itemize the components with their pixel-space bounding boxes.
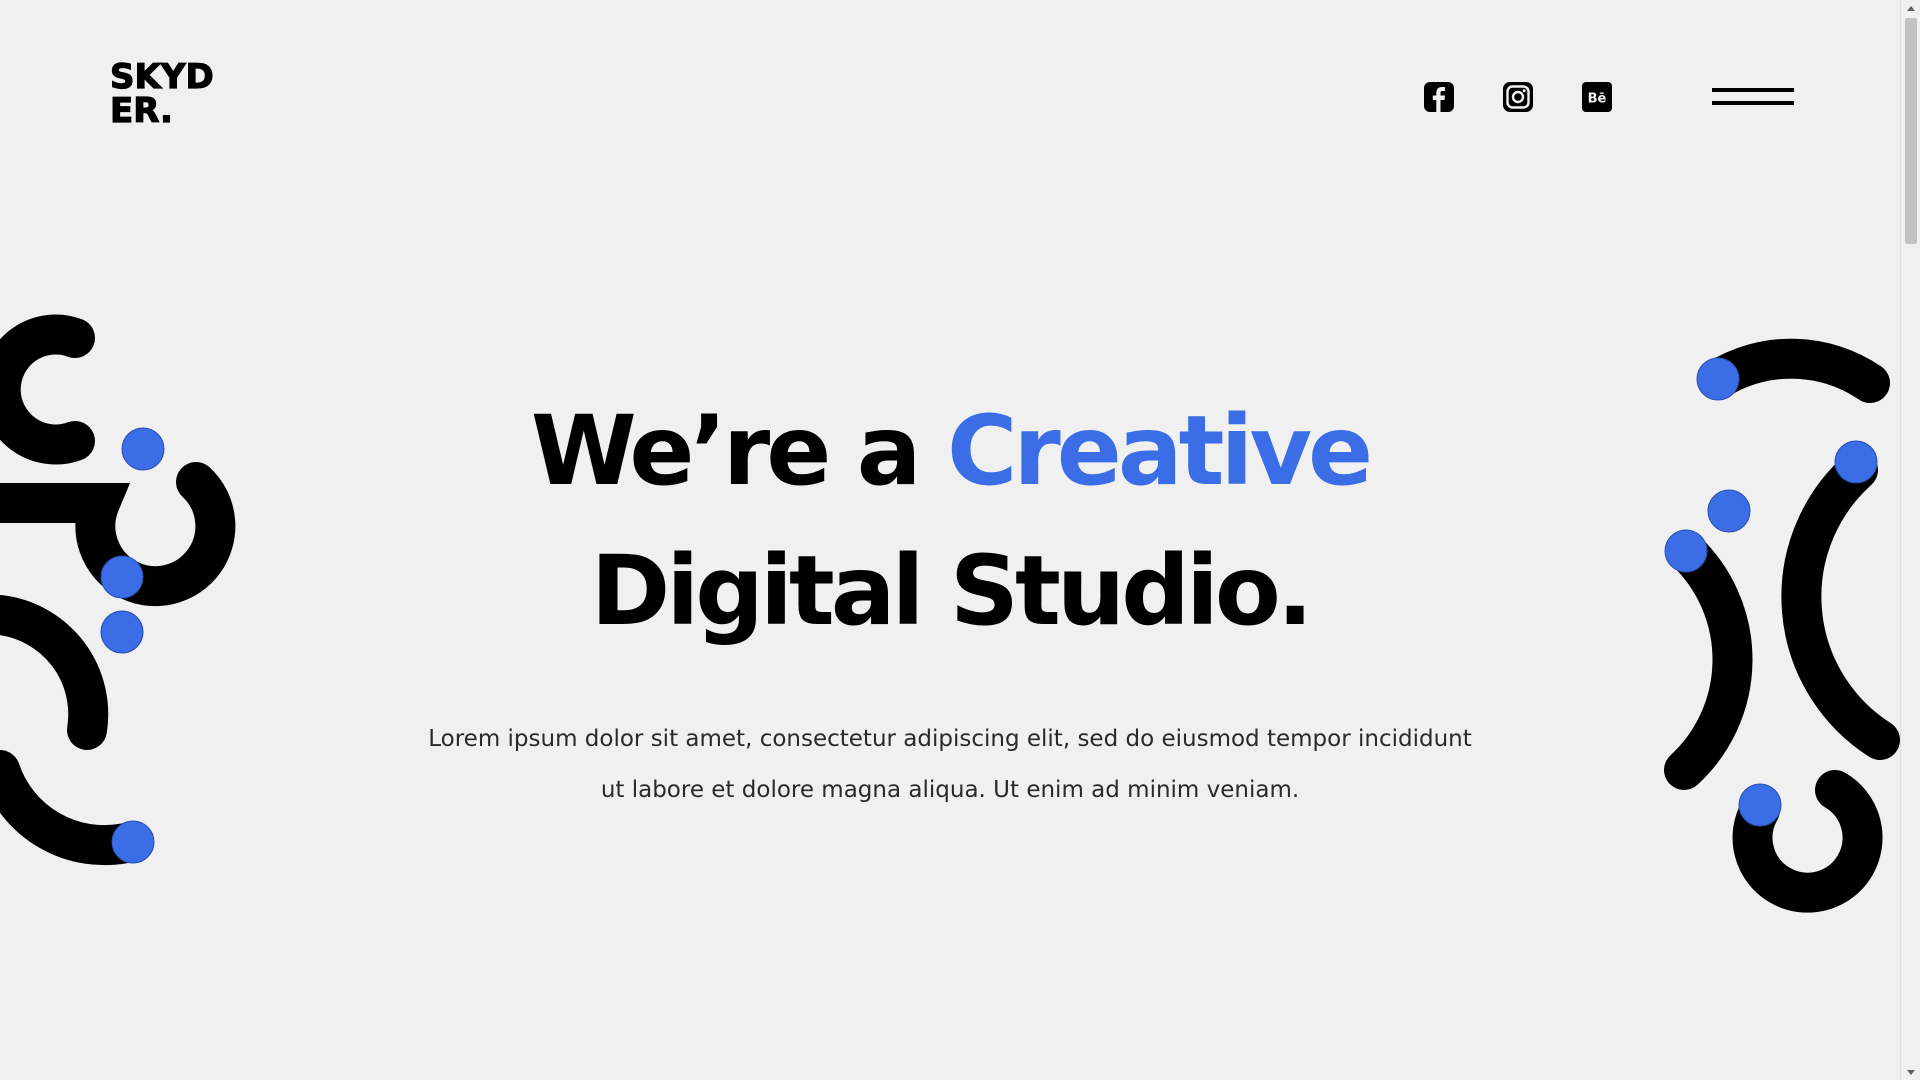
landing-page: SKYD ER. Bē We’re a Creative Digital Stu…	[0, 0, 1920, 1080]
page-scrollbar[interactable]	[1900, 0, 1920, 1080]
hamburger-line-bottom	[1712, 101, 1794, 105]
menu-button[interactable]	[1712, 86, 1794, 108]
right-dot-1	[1696, 357, 1740, 401]
facebook-link[interactable]	[1422, 80, 1456, 114]
right-dot-5	[1738, 783, 1782, 827]
facebook-icon	[1424, 82, 1454, 112]
scroll-down-arrow[interactable]	[1901, 1064, 1920, 1080]
hero-title-accent: Creative	[946, 395, 1373, 507]
scroll-up-arrow[interactable]	[1901, 0, 1920, 16]
behance-link[interactable]: Bē	[1580, 80, 1614, 114]
left-arc-bottom	[0, 750, 146, 866]
scroll-thumb[interactable]	[1905, 18, 1917, 244]
hamburger-line-top	[1712, 88, 1794, 92]
right-ring-bottom	[1732, 770, 1883, 913]
hero-title-line-2: Digital Studio.	[590, 535, 1314, 647]
hero-title-line-1: We’re a Creative	[0, 395, 1900, 507]
instagram-icon	[1503, 82, 1533, 112]
left-dot-4	[111, 820, 155, 864]
right-arc-top	[1697, 338, 1890, 403]
behance-label: Bē	[1588, 92, 1607, 107]
hero-title-prefix: We’re a	[530, 395, 947, 507]
hero-description: Lorem ipsum dolor sit amet, consectetur …	[428, 726, 1472, 803]
behance-icon: Bē	[1582, 82, 1612, 112]
instagram-link[interactable]	[1501, 80, 1535, 114]
